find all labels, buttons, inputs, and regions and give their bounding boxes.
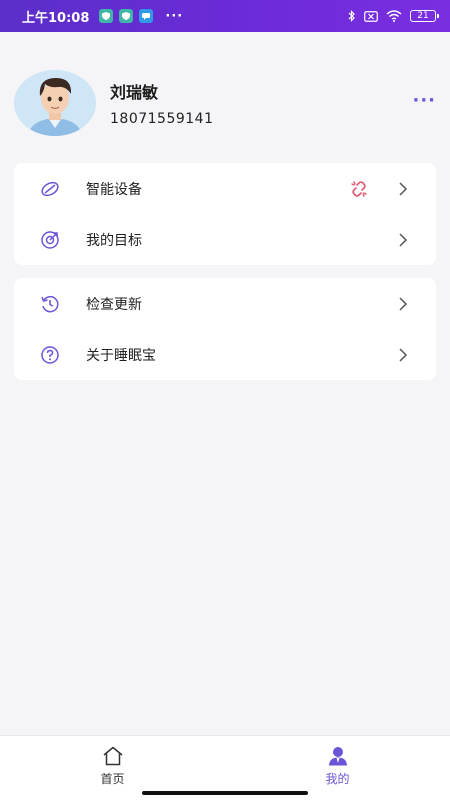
leaf-device-icon xyxy=(40,179,60,199)
user-icon xyxy=(327,746,349,766)
menu-item-check-update[interactable]: 检查更新 xyxy=(14,278,436,329)
menu-item-smart-device[interactable]: 智能设备 xyxy=(14,163,436,214)
help-icon xyxy=(40,345,60,365)
shield-app-icon xyxy=(119,9,134,23)
mute-icon xyxy=(364,10,378,22)
menu-item-label: 智能设备 xyxy=(86,181,142,198)
profile-phone: 18071559141 xyxy=(110,111,214,127)
home-indicator[interactable] xyxy=(142,791,308,795)
history-icon xyxy=(40,294,60,314)
status-bar: 上午10:08 ··· 21 xyxy=(0,0,450,32)
unlink-icon xyxy=(350,180,368,198)
menu-item-about[interactable]: 关于睡眠宝 xyxy=(14,329,436,380)
menu-item-label: 关于睡眠宝 xyxy=(86,347,156,364)
chevron-right-icon xyxy=(398,296,408,311)
menu-item-my-goal[interactable]: 我的目标 xyxy=(14,214,436,265)
avatar[interactable] xyxy=(14,70,96,136)
bluetooth-icon xyxy=(348,10,356,22)
more-notifications-icon: ··· xyxy=(165,8,184,24)
menu-group-app: 检查更新 关于睡眠宝 xyxy=(14,278,436,380)
menu-group-devices: 智能设备 我的目标 xyxy=(14,163,436,265)
chat-app-icon xyxy=(139,9,154,23)
menu-item-label: 检查更新 xyxy=(86,296,142,313)
target-icon xyxy=(40,230,60,250)
profile-name: 刘瑞敏 xyxy=(110,83,159,102)
profile-header[interactable]: 刘瑞敏 18071559141 ··· xyxy=(14,68,436,138)
chevron-right-icon xyxy=(398,181,408,196)
chevron-right-icon xyxy=(398,232,408,247)
battery-icon: 21 xyxy=(410,10,439,22)
home-icon xyxy=(102,746,124,766)
status-time: 上午10:08 xyxy=(22,10,90,26)
wifi-icon xyxy=(386,10,402,22)
shield-app-icon xyxy=(99,9,114,23)
more-options-button[interactable]: ··· xyxy=(412,90,436,111)
nav-tab-label: 我的 xyxy=(325,772,350,786)
chevron-right-icon xyxy=(398,347,408,362)
nav-tab-label: 首页 xyxy=(100,772,125,786)
menu-item-label: 我的目标 xyxy=(86,232,142,249)
